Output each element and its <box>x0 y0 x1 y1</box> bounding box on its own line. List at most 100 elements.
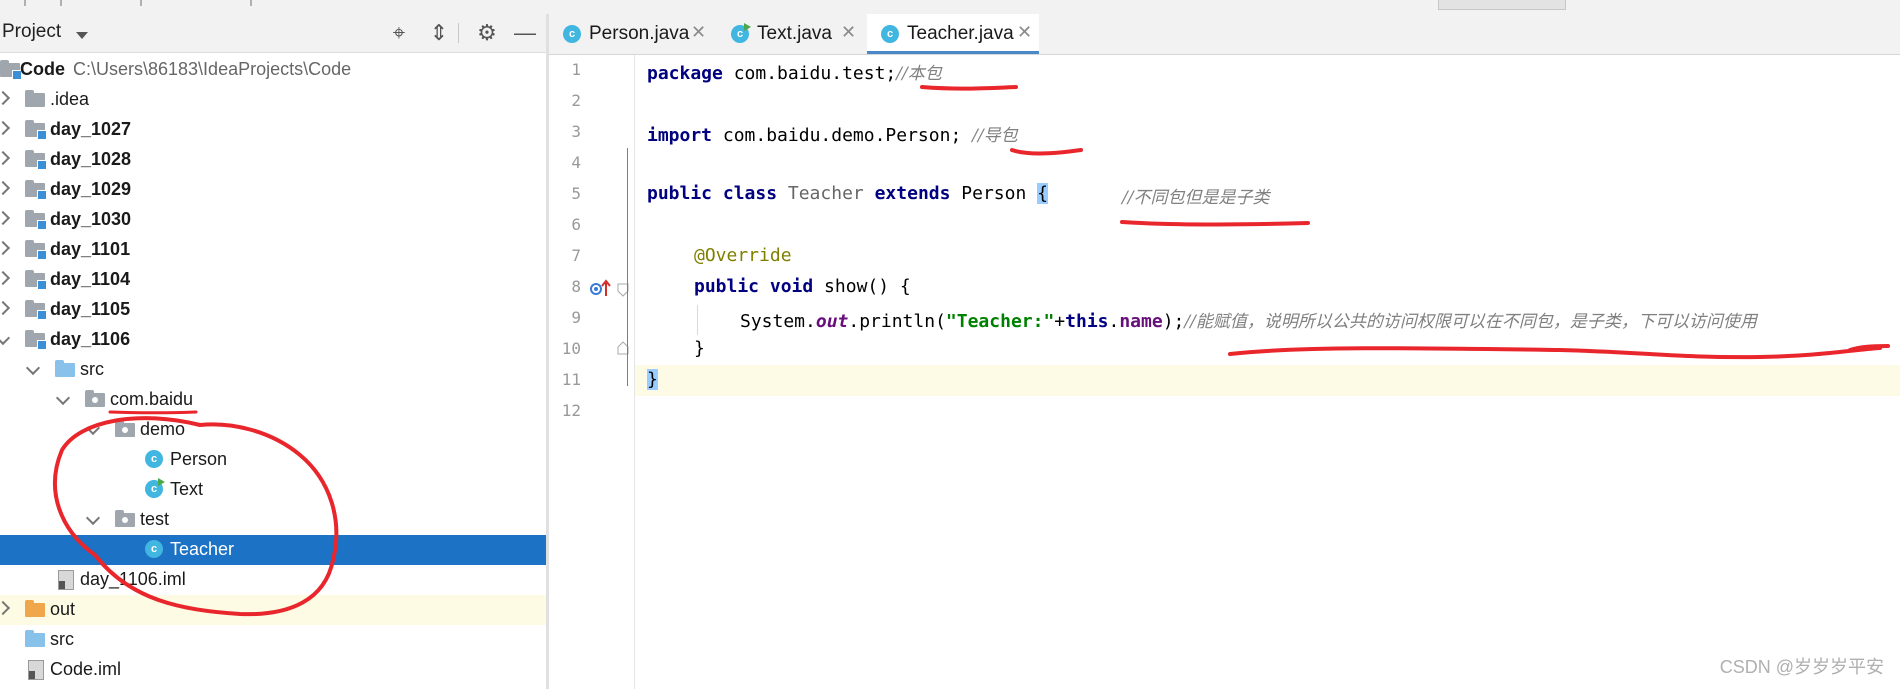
keyword: import <box>647 125 713 146</box>
tree-row-text[interactable]: c Text <box>0 475 546 505</box>
chevron-right-icon[interactable] <box>0 210 11 226</box>
tree-row-com-baidu[interactable]: com.baidu <box>0 385 546 415</box>
java-runnable-class-icon: c <box>145 478 165 498</box>
comment: //导包 <box>972 126 1018 146</box>
line-number: 3 <box>571 122 581 141</box>
tree-row-day-1029[interactable]: day_1029 <box>0 175 546 205</box>
tree-row-day-1027[interactable]: day_1027 <box>0 115 546 145</box>
line-number: 1 <box>571 60 581 79</box>
code-line-3[interactable]: import com.baidu.demo.Person; //导包 <box>635 117 1900 148</box>
comment: //本包 <box>896 64 942 84</box>
chevron-down-icon[interactable] <box>85 510 101 526</box>
minimize-icon[interactable]: — <box>512 20 538 46</box>
tree-row-code-iml[interactable]: Code.iml <box>0 655 546 685</box>
tree-row-demo[interactable]: demo <box>0 415 546 445</box>
chevron-right-icon[interactable] <box>0 240 11 256</box>
code-text: com.baidu.test; <box>722 63 897 84</box>
close-icon[interactable]: ✕ <box>691 22 706 43</box>
tree-row-day-1028[interactable]: day_1028 <box>0 145 546 175</box>
module-folder-icon <box>25 300 47 320</box>
close-icon[interactable]: ✕ <box>841 22 856 43</box>
line-number: 2 <box>571 91 581 110</box>
line-number: 10 <box>561 339 581 358</box>
editor-tab-bar: c Person.java ✕ c Text.java ✕ c Teacher.… <box>549 14 1900 55</box>
code-text: System. <box>740 311 816 332</box>
tree-row-teacher[interactable]: c Teacher <box>0 535 546 565</box>
tree-label: .idea <box>50 89 90 109</box>
tree-row-out[interactable]: out <box>0 595 546 625</box>
module-folder-icon <box>25 120 47 140</box>
tree-label: day_1104 <box>50 269 131 289</box>
project-path: C:\Users\86183\IdeaProjects\Code <box>73 59 352 79</box>
chevron-right-icon[interactable] <box>0 90 11 106</box>
tree-label: Code.iml <box>50 659 122 679</box>
code-text: .println( <box>848 311 946 332</box>
tree-label: Code C:\Users\86183\IdeaProjects\Code <box>20 59 352 79</box>
tree-row-code[interactable]: Code C:\Users\86183\IdeaProjects\Code <box>0 55 546 85</box>
chevron-down-icon[interactable] <box>55 390 71 406</box>
gear-icon[interactable]: ⚙ <box>474 20 500 46</box>
code-line-7[interactable]: @Override <box>635 241 1900 272</box>
keyword: package <box>647 63 723 84</box>
code-text: . <box>1108 311 1120 332</box>
overrides-method-icon[interactable] <box>589 278 613 300</box>
toolbar-run-config[interactable] <box>1438 0 1566 10</box>
tree-row-day-1101[interactable]: day_1101 <box>0 235 546 265</box>
tab-text-java[interactable]: c Text.java ✕ <box>717 14 867 54</box>
tree-label: com.baidu <box>110 389 194 409</box>
project-panel-title[interactable]: Project <box>2 21 61 43</box>
code-line-8[interactable]: public void show() { <box>635 272 1900 303</box>
tree-row-day-1106-iml[interactable]: day_1106.iml <box>0 565 546 595</box>
chevron-right-icon[interactable] <box>0 300 11 316</box>
matched-brace: { <box>1037 183 1048 204</box>
tab-person-java[interactable]: c Person.java ✕ <box>549 14 717 54</box>
tree-label: demo <box>140 419 186 439</box>
chevron-down-icon[interactable] <box>25 360 41 376</box>
chevron-right-icon[interactable] <box>0 600 11 616</box>
tree-label: day_1029 <box>50 179 132 199</box>
module-folder-icon <box>0 60 22 80</box>
tree-row-day-1104[interactable]: day_1104 <box>0 265 546 295</box>
source-folder-icon <box>25 630 45 647</box>
code-line-10[interactable]: } <box>635 334 1900 365</box>
chevron-right-icon[interactable] <box>0 270 11 286</box>
java-class-icon: c <box>145 450 163 468</box>
line-number: 11 <box>561 370 581 389</box>
collapse-all-icon[interactable]: ⇕ <box>426 20 452 46</box>
code-line-1[interactable]: package com.baidu.test;//本包 <box>635 55 1900 86</box>
code-editor[interactable]: package com.baidu.test;//本包 import com.b… <box>627 55 1900 689</box>
chevron-right-icon[interactable] <box>0 120 11 136</box>
locate-target-icon[interactable]: ⌖ <box>386 20 412 46</box>
tree-row-person[interactable]: c Person <box>0 445 546 475</box>
line-number: 4 <box>571 153 581 172</box>
code-text: } <box>694 338 705 359</box>
tree-row-day-1106[interactable]: day_1106 <box>0 325 546 355</box>
chevron-down-icon[interactable] <box>0 330 11 346</box>
line-number: 8 <box>571 277 581 296</box>
chevron-down-icon[interactable] <box>76 32 88 39</box>
matched-brace: } <box>647 369 658 390</box>
tab-teacher-java[interactable]: c Teacher.java ✕ <box>867 14 1039 54</box>
tree-row-idea[interactable]: .idea <box>0 85 546 115</box>
tree-row-root-src[interactable]: src <box>0 625 546 655</box>
tree-label: Person <box>170 449 228 469</box>
code-line-9[interactable]: System.out.println("Teacher:"+this.name)… <box>635 303 1900 334</box>
iml-file-icon <box>58 570 74 590</box>
chevron-right-icon[interactable] <box>0 180 11 196</box>
code-line-5[interactable]: public class Teacher extends Person { //… <box>635 179 1900 210</box>
tree-row-day-1030[interactable]: day_1030 <box>0 205 546 235</box>
java-class-icon: c <box>145 540 163 558</box>
watermark: CSDN @岁岁岁平安 <box>1719 657 1884 677</box>
tab-label: Teacher.java <box>907 23 1014 44</box>
java-runnable-class-icon: c <box>731 23 751 43</box>
tree-row-src[interactable]: src <box>0 355 546 385</box>
tree-row-day-1105[interactable]: day_1105 <box>0 295 546 325</box>
package-icon <box>115 510 135 527</box>
code-text: + <box>1054 311 1066 332</box>
annotation: @Override <box>694 245 792 266</box>
chevron-right-icon[interactable] <box>0 150 11 166</box>
close-icon[interactable]: ✕ <box>1017 22 1032 43</box>
chevron-down-icon[interactable] <box>85 420 101 436</box>
code-line-11-current[interactable]: } <box>635 365 1900 396</box>
tree-row-test[interactable]: test <box>0 505 546 535</box>
